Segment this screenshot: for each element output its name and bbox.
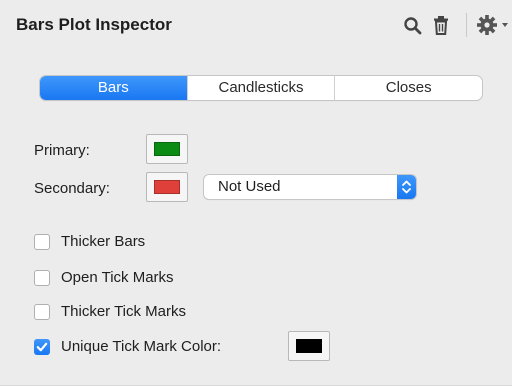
search-icon[interactable] xyxy=(402,12,424,38)
thicker-tick-marks-checkbox[interactable] xyxy=(34,304,50,320)
secondary-label: Secondary: xyxy=(34,180,110,197)
open-tick-marks-checkbox[interactable] xyxy=(34,270,50,286)
select-arrows-icon xyxy=(397,175,416,199)
primary-color-well[interactable] xyxy=(146,134,188,164)
segment-closes[interactable]: Closes xyxy=(334,76,482,100)
inspector-body: Bars Candlesticks Closes Primary: Second… xyxy=(0,52,512,386)
primary-label: Primary: xyxy=(34,142,90,159)
secondary-color-well[interactable] xyxy=(146,172,188,202)
tick-mark-color-swatch xyxy=(296,339,322,353)
open-tick-marks-label: Open Tick Marks xyxy=(61,269,174,286)
trash-icon[interactable] xyxy=(432,12,450,38)
unique-tick-mark-color-label: Unique Tick Mark Color: xyxy=(61,338,222,355)
header-divider xyxy=(466,13,467,37)
unique-tick-mark-color-checkbox[interactable] xyxy=(34,339,50,355)
tick-mark-color-well[interactable] xyxy=(288,331,330,361)
inspector-header: Bars Plot Inspector xyxy=(0,0,512,52)
secondary-mode-select[interactable]: Not Used xyxy=(204,175,416,199)
thicker-bars-checkbox[interactable] xyxy=(34,234,50,250)
checkmark-icon xyxy=(36,342,48,352)
inspector-title: Bars Plot Inspector xyxy=(16,15,172,34)
plot-style-segmented-control: Bars Candlesticks Closes xyxy=(40,76,482,100)
thicker-tick-marks-label: Thicker Tick Marks xyxy=(61,303,187,320)
primary-color-swatch xyxy=(154,142,180,156)
segment-candlesticks[interactable]: Candlesticks xyxy=(186,76,335,100)
thicker-bars-label: Thicker Bars xyxy=(61,233,146,250)
gear-icon[interactable] xyxy=(476,12,512,38)
secondary-color-swatch xyxy=(154,180,180,194)
chevron-down-icon xyxy=(502,23,508,27)
bars-plot-inspector: Bars Plot Inspector Bars Candlesticks Cl… xyxy=(0,0,512,386)
secondary-mode-value: Not Used xyxy=(218,178,281,195)
segment-bars[interactable]: Bars xyxy=(40,76,187,100)
